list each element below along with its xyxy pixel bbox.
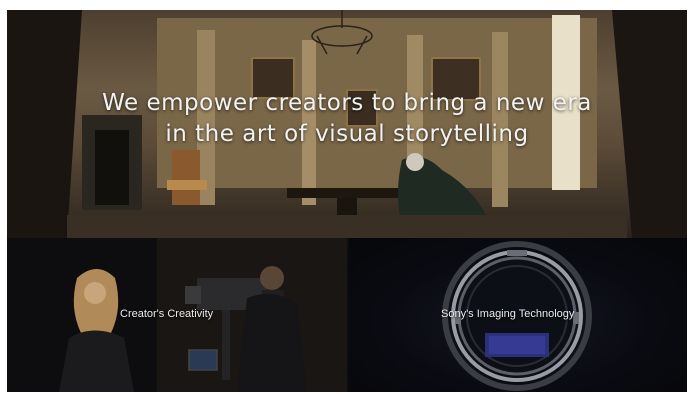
banner: We empower creators to bring a new era i… xyxy=(7,10,687,392)
creators-creativity-panel: Creator's Creativity xyxy=(7,238,349,392)
headline-line-2: in the art of visual storytelling xyxy=(165,121,529,147)
headline-line-1: We empower creators to bring a new era xyxy=(102,90,592,116)
creators-creativity-caption: Creator's Creativity xyxy=(120,308,214,320)
hero-image: We empower creators to bring a new era i… xyxy=(7,10,687,238)
hero-headline: We empower creators to bring a new era i… xyxy=(7,88,687,150)
sony-imaging-technology-panel: Sony's Imaging Technology xyxy=(349,238,687,392)
sony-imaging-technology-caption: Sony's Imaging Technology xyxy=(441,308,575,320)
